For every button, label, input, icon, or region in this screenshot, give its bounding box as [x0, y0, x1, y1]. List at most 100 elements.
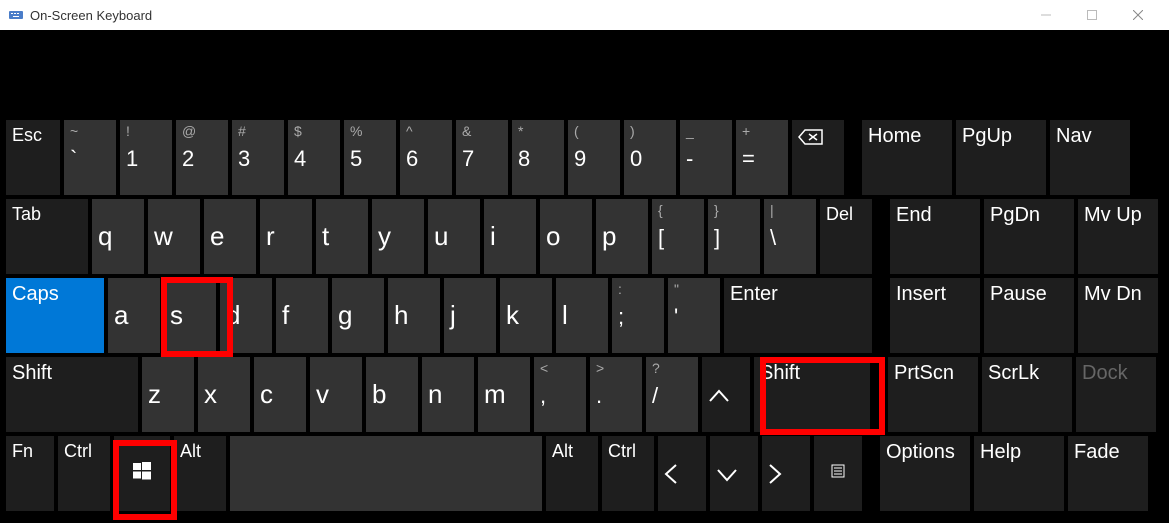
chevron-left-icon [664, 457, 678, 491]
key-5[interactable]: %5 [344, 120, 396, 195]
home-key[interactable]: Home [862, 120, 952, 195]
del-key[interactable]: Del [820, 199, 872, 274]
key-3[interactable]: #3 [232, 120, 284, 195]
right-arrow-key[interactable] [762, 436, 810, 511]
period-key[interactable]: >. [590, 357, 642, 432]
end-key[interactable]: End [890, 199, 980, 274]
mvdn-key[interactable]: Mv Dn [1078, 278, 1158, 353]
slash-key[interactable]: ?/ [646, 357, 698, 432]
key-0[interactable]: )0 [624, 120, 676, 195]
key-2[interactable]: @2 [176, 120, 228, 195]
window-title: On-Screen Keyboard [30, 8, 152, 23]
p-key[interactable]: p [596, 199, 648, 274]
nav-key[interactable]: Nav [1050, 120, 1130, 195]
equals-key[interactable]: += [736, 120, 788, 195]
pgdn-key[interactable]: PgDn [984, 199, 1074, 274]
close-button[interactable] [1115, 0, 1161, 30]
prtscn-key[interactable]: PrtScn [888, 357, 978, 432]
fn-key[interactable]: Fn [6, 436, 54, 511]
row-2: Tab q w e r t y u i o p {[ }] |\ Del End… [6, 199, 1163, 274]
titlebar: On-Screen Keyboard [0, 0, 1169, 30]
chevron-right-icon [768, 457, 782, 491]
backspace-icon [798, 124, 838, 152]
v-key[interactable]: v [310, 357, 362, 432]
w-key[interactable]: w [148, 199, 200, 274]
right-alt-key[interactable]: Alt [546, 436, 598, 511]
win-key[interactable] [114, 436, 170, 511]
q-key[interactable]: q [92, 199, 144, 274]
key-6[interactable]: ^6 [400, 120, 452, 195]
t-key[interactable]: t [316, 199, 368, 274]
pgup-key[interactable]: PgUp [956, 120, 1046, 195]
k-key[interactable]: k [500, 278, 552, 353]
chevron-down-icon [716, 459, 738, 488]
x-key[interactable]: x [198, 357, 250, 432]
right-bracket-key[interactable]: }] [708, 199, 760, 274]
right-shift-key[interactable]: Shift [754, 357, 870, 432]
c-key[interactable]: c [254, 357, 306, 432]
chevron-up-icon [708, 380, 730, 409]
backslash-key[interactable]: |\ [764, 199, 816, 274]
r-key[interactable]: r [260, 199, 312, 274]
right-ctrl-key[interactable]: Ctrl [602, 436, 654, 511]
key-1[interactable]: !1 [120, 120, 172, 195]
comma-key[interactable]: <, [534, 357, 586, 432]
key-7[interactable]: &7 [456, 120, 508, 195]
minus-key[interactable]: _- [680, 120, 732, 195]
left-bracket-key[interactable]: {[ [652, 199, 704, 274]
esc-key[interactable]: Esc [6, 120, 60, 195]
s-key[interactable]: s [164, 278, 216, 353]
h-key[interactable]: h [388, 278, 440, 353]
quote-key[interactable]: "' [668, 278, 720, 353]
maximize-button[interactable] [1069, 0, 1115, 30]
m-key[interactable]: m [478, 357, 530, 432]
key-9[interactable]: (9 [568, 120, 620, 195]
row-4: Shift z x c v b n m <, >. ?/ Shift PrtSc… [6, 357, 1163, 432]
row-1: Esc ~` !1 @2 #3 $4 %5 ^6 &7 *8 (9 )0 _- … [6, 120, 1163, 195]
insert-key[interactable]: Insert [890, 278, 980, 353]
down-arrow-key[interactable] [710, 436, 758, 511]
d-key[interactable]: d [220, 278, 272, 353]
left-alt-key[interactable]: Alt [174, 436, 226, 511]
mvup-key[interactable]: Mv Up [1078, 199, 1158, 274]
key-8[interactable]: *8 [512, 120, 564, 195]
menu-key[interactable] [814, 436, 862, 511]
dock-key[interactable]: Dock [1076, 357, 1156, 432]
y-key[interactable]: y [372, 199, 424, 274]
row-3: Caps a s d f g h j k l :; "' Enter Inser… [6, 278, 1163, 353]
b-key[interactable]: b [366, 357, 418, 432]
row-5: Fn Ctrl Alt Alt Ctrl Options Help Fade [6, 436, 1163, 511]
context-menu-icon [830, 462, 846, 485]
f-key[interactable]: f [276, 278, 328, 353]
caps-key[interactable]: Caps [6, 278, 104, 353]
windows-icon [133, 462, 151, 486]
semicolon-key[interactable]: :; [612, 278, 664, 353]
z-key[interactable]: z [142, 357, 194, 432]
pause-key[interactable]: Pause [984, 278, 1074, 353]
left-arrow-key[interactable] [658, 436, 706, 511]
key-4[interactable]: $4 [288, 120, 340, 195]
enter-key[interactable]: Enter [724, 278, 872, 353]
e-key[interactable]: e [204, 199, 256, 274]
l-key[interactable]: l [556, 278, 608, 353]
tab-key[interactable]: Tab [6, 199, 88, 274]
backtick-key[interactable]: ~` [64, 120, 116, 195]
up-arrow-key[interactable] [702, 357, 750, 432]
i-key[interactable]: i [484, 199, 536, 274]
g-key[interactable]: g [332, 278, 384, 353]
o-key[interactable]: o [540, 199, 592, 274]
scrlk-key[interactable]: ScrLk [982, 357, 1072, 432]
options-key[interactable]: Options [880, 436, 970, 511]
backspace-key[interactable] [792, 120, 844, 195]
a-key[interactable]: a [108, 278, 160, 353]
u-key[interactable]: u [428, 199, 480, 274]
left-shift-key[interactable]: Shift [6, 357, 138, 432]
space-key[interactable] [230, 436, 542, 511]
keyboard-area: Esc ~` !1 @2 #3 $4 %5 ^6 &7 *8 (9 )0 _- … [0, 30, 1169, 523]
left-ctrl-key[interactable]: Ctrl [58, 436, 110, 511]
fade-key[interactable]: Fade [1068, 436, 1148, 511]
minimize-button[interactable] [1023, 0, 1069, 30]
help-key[interactable]: Help [974, 436, 1064, 511]
j-key[interactable]: j [444, 278, 496, 353]
n-key[interactable]: n [422, 357, 474, 432]
